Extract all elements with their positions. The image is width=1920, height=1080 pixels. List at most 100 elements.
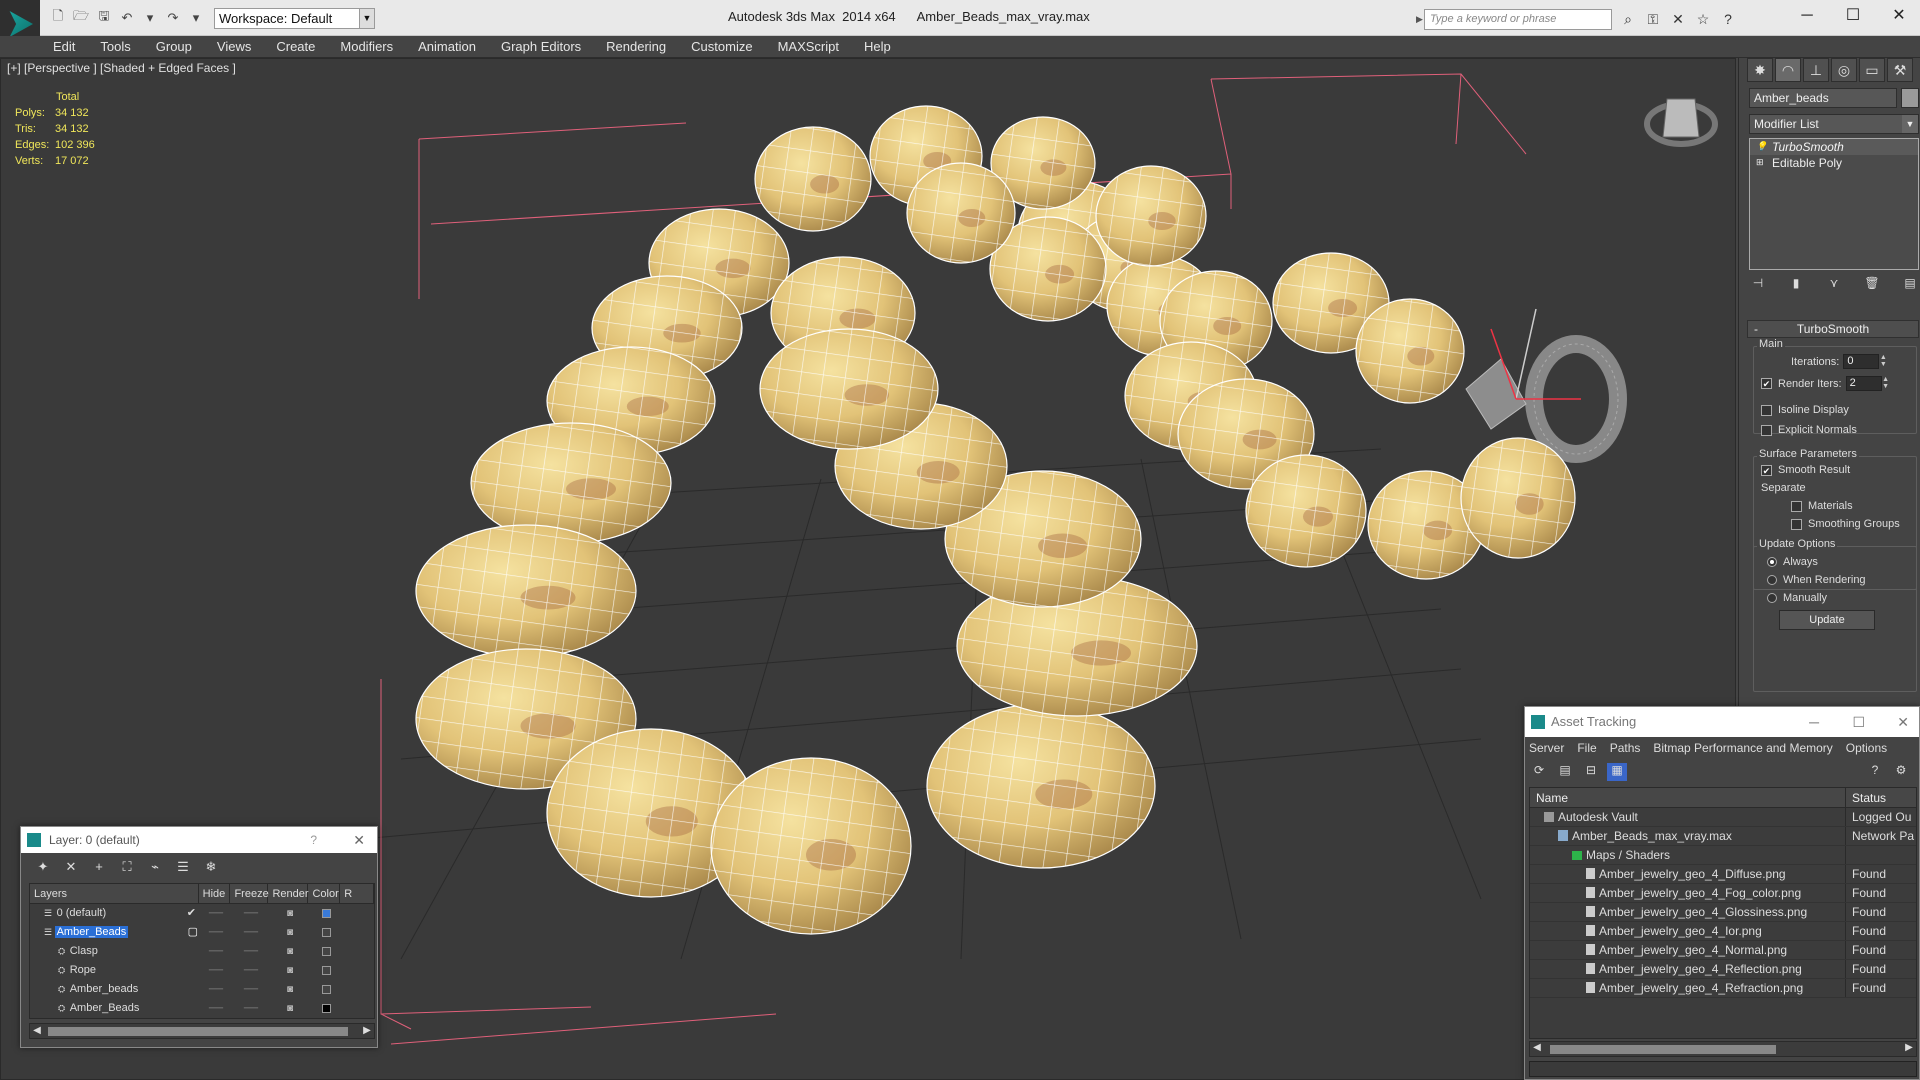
modify-tab-icon[interactable]: ◠ xyxy=(1775,58,1801,82)
refresh-icon[interactable]: ⟳ xyxy=(1529,763,1549,781)
smoothing-groups-checkbox[interactable] xyxy=(1791,518,1802,530)
layer-column-header[interactable]: Freeze xyxy=(230,884,269,903)
render-toggle[interactable]: ◙ xyxy=(270,942,310,961)
exchange-icon[interactable]: ✕ xyxy=(1668,9,1688,29)
object-name-field[interactable]: Amber_beads xyxy=(1749,88,1897,108)
asset-row[interactable]: Amber_jewelry_geo_4_Normal.png Found xyxy=(1530,941,1916,960)
menu-item-group[interactable]: Group xyxy=(156,39,192,54)
table-view-icon[interactable]: ▦ xyxy=(1607,763,1627,781)
layer-name-cell[interactable]: ⛭ Clasp xyxy=(30,942,200,961)
maximize-button[interactable]: ☐ xyxy=(1830,4,1876,28)
menu-item-customize[interactable]: Customize xyxy=(691,39,752,54)
view-cube[interactable] xyxy=(1644,98,1718,147)
asset-row[interactable]: Amber_jewelry_geo_4_Glossiness.png Found xyxy=(1530,903,1916,922)
close-button[interactable]: ✕ xyxy=(1876,4,1920,28)
layer-color-cell[interactable] xyxy=(310,904,342,923)
asset-menu-bitmap-performance-and-memory[interactable]: Bitmap Performance and Memory xyxy=(1653,737,1832,759)
close-icon[interactable]: ✕ xyxy=(1897,707,1909,737)
render-toggle[interactable]: ◙ xyxy=(270,904,310,923)
update-button[interactable]: Update xyxy=(1779,610,1875,630)
scroll-left-icon[interactable]: ◀ xyxy=(30,1024,44,1038)
layer-column-header[interactable]: Layers xyxy=(30,884,199,903)
select-objects-icon[interactable]: ⛶ xyxy=(117,859,137,877)
save-file-icon[interactable]: 🖫 xyxy=(94,8,114,28)
chevron-down-icon[interactable]: ▼ xyxy=(359,8,375,29)
star-icon[interactable]: ☆ xyxy=(1693,9,1713,29)
menu-item-help[interactable]: Help xyxy=(864,39,891,54)
render-iters-spinner[interactable]: 2 xyxy=(1845,376,1882,391)
search-input[interactable]: Type a keyword or phrase xyxy=(1424,9,1612,30)
freeze-all-icon[interactable]: ❄ xyxy=(201,859,221,877)
layer-color-cell[interactable] xyxy=(310,923,342,942)
redo-dropdown-icon[interactable]: ▾ xyxy=(186,8,206,28)
list-view-icon[interactable]: ▤ xyxy=(1555,763,1575,781)
hide-toggle[interactable]: ── xyxy=(200,923,232,942)
layer-row[interactable]: ⛭ Rope ── ── ◙ xyxy=(30,961,374,980)
minimize-button[interactable]: ─ xyxy=(1784,4,1830,28)
hide-toggle[interactable]: ── xyxy=(200,980,232,999)
expand-plus-icon[interactable]: ⊞ xyxy=(1756,157,1766,168)
maximize-icon[interactable]: ☐ xyxy=(1852,707,1865,737)
help-button[interactable]: ? xyxy=(310,827,317,853)
motion-tab-icon[interactable]: ◎ xyxy=(1831,58,1857,82)
stack-item-turbosmooth[interactable]: 💡 TurboSmooth xyxy=(1750,139,1918,155)
layer-dialog-titlebar[interactable]: Layer: 0 (default) ? ✕ xyxy=(21,827,377,853)
new-layer-icon[interactable]: ✦ xyxy=(33,859,53,877)
layer-color-cell[interactable] xyxy=(310,961,342,980)
turbosmooth-rollout-header[interactable]: - TurboSmooth xyxy=(1747,320,1919,338)
asset-row[interactable]: Amber_jewelry_geo_4_Diffuse.png Found xyxy=(1530,865,1916,884)
render-toggle[interactable]: ◙ xyxy=(270,980,310,999)
layer-scrollbar[interactable]: ◀ ▶ xyxy=(29,1023,375,1039)
settings-icon[interactable]: ⚙ xyxy=(1891,763,1911,781)
scroll-left-icon[interactable]: ◀ xyxy=(1530,1042,1544,1053)
manually-radio[interactable] xyxy=(1767,593,1777,603)
render-toggle[interactable]: ◙ xyxy=(270,961,310,980)
asset-name-cell[interactable]: Amber_jewelry_geo_4_Reflection.png xyxy=(1530,960,1846,978)
freeze-toggle[interactable]: ── xyxy=(232,942,270,961)
show-end-result-icon[interactable]: ▮ xyxy=(1787,276,1805,294)
asset-name-cell[interactable]: Amber_jewelry_geo_4_Refraction.png xyxy=(1530,979,1846,997)
asset-name-cell[interactable]: Autodesk Vault xyxy=(1530,808,1846,826)
layer-color-swatch[interactable] xyxy=(322,947,331,956)
when-rendering-radio[interactable] xyxy=(1767,575,1777,585)
spinner-arrows-icon[interactable]: ▲ ▼ xyxy=(1879,354,1887,369)
freeze-toggle[interactable]: ── xyxy=(232,980,270,999)
scroll-right-icon[interactable]: ▶ xyxy=(1902,1042,1916,1053)
always-radio[interactable] xyxy=(1767,557,1777,567)
asset-menu-server[interactable]: Server xyxy=(1529,737,1564,759)
name-column-header[interactable]: Name xyxy=(1530,788,1846,807)
open-file-icon[interactable]: 🗁 xyxy=(71,8,91,28)
status-column-header[interactable]: Status xyxy=(1846,788,1916,807)
asset-row[interactable]: Autodesk Vault Logged Ou xyxy=(1530,808,1916,827)
tree-view-icon[interactable]: ⊟ xyxy=(1581,763,1601,781)
layer-color-swatch[interactable] xyxy=(322,966,331,975)
layer-column-header[interactable]: Color xyxy=(308,884,341,903)
current-layer-box-icon[interactable]: ▢ xyxy=(188,923,198,942)
asset-row[interactable]: Amber_jewelry_geo_4_Fog_color.png Found xyxy=(1530,884,1916,903)
menu-item-modifiers[interactable]: Modifiers xyxy=(340,39,393,54)
asset-row[interactable]: Maps / Shaders xyxy=(1530,846,1916,865)
new-file-icon[interactable]: 🗋 xyxy=(48,8,68,28)
asset-menu-paths[interactable]: Paths xyxy=(1610,737,1641,759)
menu-item-rendering[interactable]: Rendering xyxy=(606,39,666,54)
hide-toggle[interactable]: ── xyxy=(200,999,232,1018)
binoculars-icon[interactable]: ⌕ xyxy=(1618,9,1638,29)
layer-color-swatch[interactable] xyxy=(322,928,331,937)
asset-menu-file[interactable]: File xyxy=(1577,737,1596,759)
materials-checkbox[interactable] xyxy=(1791,500,1802,512)
render-iters-checkbox[interactable]: ✔ xyxy=(1761,378,1772,389)
smooth-result-checkbox[interactable]: ✔ xyxy=(1761,464,1772,476)
help-icon[interactable]: ? xyxy=(1865,763,1885,781)
iterations-spinner[interactable]: 0 xyxy=(1843,354,1880,369)
render-toggle[interactable]: ◙ xyxy=(270,923,310,942)
layer-row[interactable]: ☰ 0 (default) ✔ ── ── ◙ xyxy=(30,904,374,923)
hide-toggle[interactable]: ── xyxy=(200,961,232,980)
object-color-swatch[interactable] xyxy=(1901,88,1919,108)
asset-row[interactable]: Amber_jewelry_geo_4_Reflection.png Found xyxy=(1530,960,1916,979)
layer-color-cell[interactable] xyxy=(310,999,342,1018)
asset-row[interactable]: Amber_jewelry_geo_4_Refraction.png Found xyxy=(1530,979,1916,998)
menu-item-animation[interactable]: Animation xyxy=(418,39,476,54)
render-toggle[interactable]: ◙ xyxy=(270,999,310,1018)
layer-name-cell[interactable]: ☰ 0 (default) ✔ xyxy=(30,904,200,923)
layer-name-cell[interactable]: ☰ Amber_Beads ▢ xyxy=(30,923,200,942)
